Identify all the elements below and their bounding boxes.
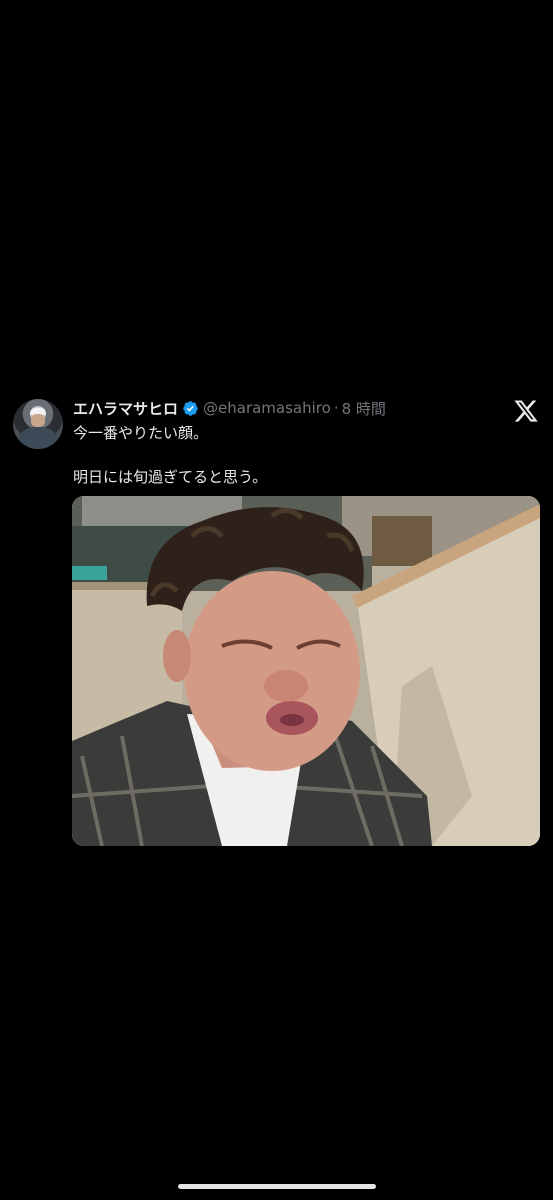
separator-dot: · — [333, 399, 339, 417]
handle[interactable]: @eharamasahiro — [203, 399, 331, 417]
avatar[interactable] — [13, 399, 63, 449]
avatar-face — [31, 414, 45, 427]
tweet-photo[interactable] — [72, 496, 540, 846]
avatar-body — [19, 427, 57, 449]
tweet-text-line-2: 明日には旬過ぎてると思う。 — [73, 468, 268, 486]
verified-badge-icon — [182, 400, 199, 417]
photo-illustration — [72, 496, 540, 846]
home-indicator[interactable] — [178, 1184, 376, 1189]
tweet-header: エハラマサヒロ @eharamasahiro · 8 時間 — [73, 396, 386, 420]
x-logo-icon[interactable] — [513, 398, 539, 424]
tweet-text-line-1: 今一番やりたい顔。 — [73, 424, 209, 442]
timestamp[interactable]: 8 時間 — [342, 398, 386, 419]
display-name[interactable]: エハラマサヒロ — [73, 398, 178, 419]
